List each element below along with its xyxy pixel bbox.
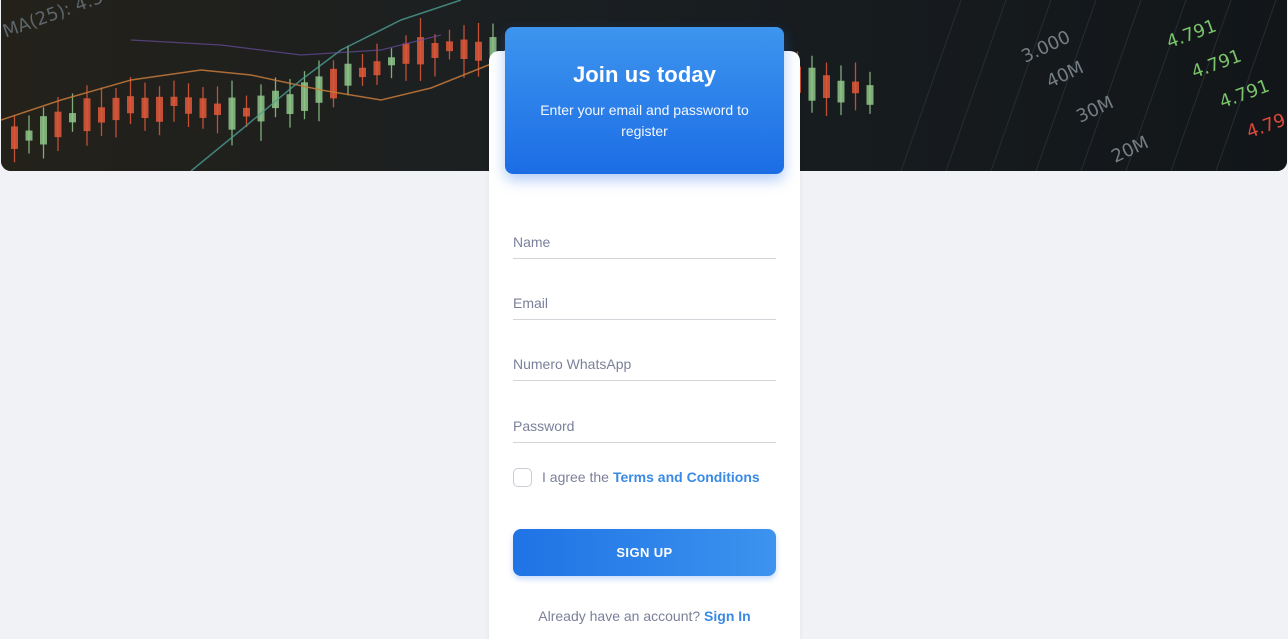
password-field (513, 410, 776, 443)
candle (286, 94, 294, 115)
candle (344, 63, 352, 86)
terms-agreement: I agree the Terms and Conditions (513, 466, 760, 488)
candle (402, 43, 410, 64)
candle (359, 67, 366, 78)
agree-label: I agree the (542, 469, 609, 485)
page-title: Join us today (572, 62, 717, 87)
candle (808, 67, 816, 101)
candle (156, 96, 163, 122)
candle (243, 107, 250, 117)
candle (112, 97, 120, 121)
candle (446, 41, 453, 52)
candle (83, 98, 91, 132)
candle (98, 107, 105, 123)
candle (866, 85, 874, 105)
name-field (513, 226, 776, 259)
candle (214, 103, 221, 115)
candle (25, 130, 33, 141)
candle (388, 57, 395, 66)
candle (127, 96, 134, 114)
name-input[interactable] (513, 226, 776, 258)
candle (431, 43, 439, 58)
candle (54, 111, 62, 138)
candle (373, 61, 381, 76)
signup-page: MA(25): 4.5 3.000 40M 30M 20M 4.791 4.79… (0, 0, 1288, 639)
candle (40, 116, 47, 145)
email-field (513, 287, 776, 320)
email-input[interactable] (513, 287, 776, 319)
terms-checkbox[interactable] (513, 467, 532, 487)
candle (185, 97, 192, 114)
signin-prompt-text: Already have an account? (538, 608, 701, 624)
candle (170, 96, 178, 106)
candle (330, 68, 337, 99)
signup-button[interactable]: SIGN UP (513, 529, 776, 576)
candle (199, 98, 207, 118)
card-header: Join us today Enter your email and passw… (505, 27, 784, 174)
candle (228, 97, 236, 130)
candle (257, 95, 265, 122)
signin-link[interactable]: Sign In (704, 608, 751, 624)
page-subtitle: Enter your email and password to registe… (540, 102, 749, 139)
whatsapp-field (513, 348, 776, 381)
signin-prompt: Already have an account? Sign In (489, 608, 800, 624)
candle (837, 80, 845, 103)
candle (823, 75, 830, 98)
candle (475, 41, 482, 61)
whatsapp-input[interactable] (513, 348, 776, 380)
candle (141, 97, 149, 118)
terms-link[interactable]: Terms and Conditions (613, 469, 760, 485)
candle (460, 39, 468, 59)
candle (11, 126, 18, 149)
password-input[interactable] (513, 410, 776, 442)
candle (69, 113, 76, 123)
candle (852, 81, 859, 94)
